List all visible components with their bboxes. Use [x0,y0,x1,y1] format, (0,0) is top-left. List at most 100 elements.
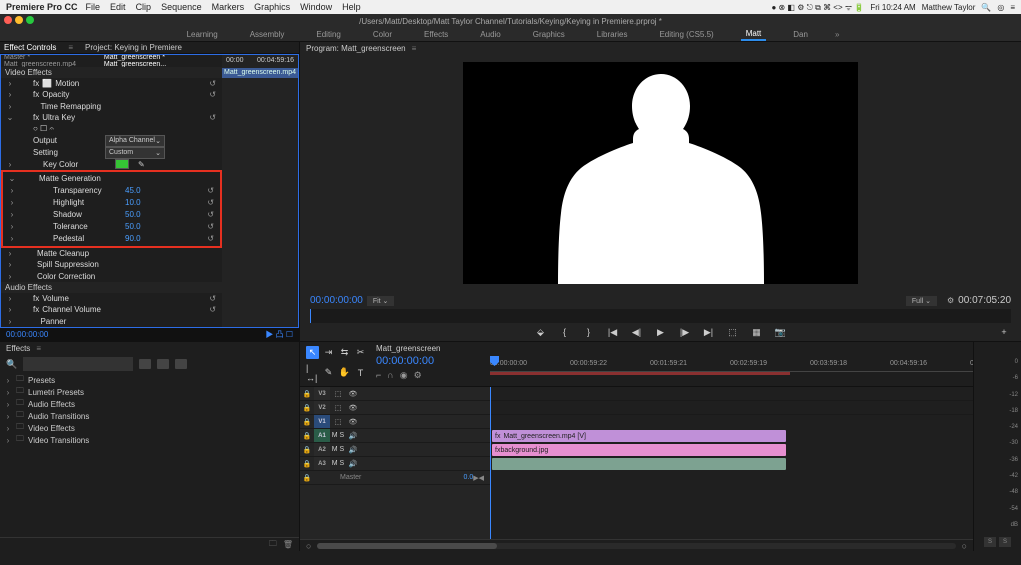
ws-graphics[interactable]: Graphics [528,29,570,40]
solo-left[interactable]: S [984,537,996,547]
button-editor-icon[interactable]: + [997,327,1011,337]
ec-clip-bar[interactable]: Matt_greenscreen.mp4 [222,68,298,78]
siri-icon[interactable]: ◎ [997,3,1004,12]
reset-icon[interactable]: ↺ [209,113,216,122]
ws-dan[interactable]: Dan [788,29,813,40]
timeline-timecode[interactable]: 00:00:00:00 [376,355,484,367]
settings-icon[interactable]: ⚙ [947,296,954,305]
track-master[interactable]: 🔒Master0.0▶◀ [300,471,490,485]
window-controls[interactable] [4,16,34,24]
program-monitor[interactable] [300,54,1021,292]
reset-icon[interactable]: ↺ [209,79,216,88]
clip-audio[interactable] [492,458,786,470]
menu-markers[interactable]: Markers [212,2,245,12]
motion-effect[interactable]: Motion [55,79,79,88]
setting-dropdown[interactable]: Custom⌄ [105,147,165,159]
track-v3[interactable]: 🔒V3⬚👁 [300,387,490,401]
ws-matt[interactable]: Matt [741,28,767,41]
ws-color[interactable]: Color [368,29,397,40]
zoom-fit-dropdown[interactable]: Fit ⌄ [367,296,395,306]
goto-out-icon[interactable]: ▶| [702,327,716,338]
transparency-value[interactable]: 45.0 [125,186,185,195]
track-a3[interactable]: 🔒A3M S🔊 [300,457,490,471]
effects-search-input[interactable] [23,357,133,371]
pen-tool-icon[interactable]: ✎ [322,366,335,379]
mark-out-icon[interactable]: { [558,327,572,337]
tab-effect-controls[interactable]: Effect Controls [4,43,56,52]
menu-help[interactable]: Help [342,2,361,12]
menu-clip[interactable]: Clip [136,2,152,12]
settings-icon[interactable]: ⚙ [414,370,422,381]
mark-in-icon[interactable]: ⬙ [534,327,548,338]
program-timecode[interactable]: 00:00:00:00 [310,295,363,306]
expand-icon[interactable]: › [5,90,15,99]
notif-icon[interactable]: ≡ [1010,3,1015,12]
output-dropdown[interactable]: Alpha Channel⌄ [105,135,165,147]
time-remapping[interactable]: Time Remapping [40,102,101,111]
color-correction[interactable]: Color Correction [15,272,115,281]
extract-icon[interactable]: ▦ [750,327,764,338]
bin-lumetri[interactable]: ›🗀Lumetri Presets [4,386,295,398]
reset-icon[interactable]: ↺ [207,186,214,195]
menu-file[interactable]: File [86,2,101,12]
mark-clip-icon[interactable]: } [582,327,596,337]
bin-video-effects[interactable]: ›🗀Video Effects [4,422,295,434]
bin-audio-trans[interactable]: ›🗀Audio Transitions [4,410,295,422]
spill-suppression[interactable]: Spill Suppression [15,260,115,269]
clip-video[interactable]: fxMatt_greenscreen.mp4 [V] [492,430,786,442]
expand-icon[interactable]: › [5,102,15,111]
razor-tool-icon[interactable]: ✂ [354,346,367,359]
reset-icon[interactable]: ↺ [207,198,214,207]
fx-badge-2[interactable] [157,359,169,369]
ws-audio[interactable]: Audio [475,29,505,40]
play-icon[interactable]: ▶ [654,327,668,338]
ultra-key-effect[interactable]: Ultra Key [42,113,75,122]
ws-effects[interactable]: Effects [419,29,453,40]
ec-tools[interactable]: ▶ 凸 ☐ [265,329,293,340]
tab-project[interactable]: Project: Keying in Premiere [85,43,182,52]
tolerance-value[interactable]: 50.0 [125,222,185,231]
expand-icon[interactable]: › [5,79,15,88]
track-v2[interactable]: 🔒V2⬚👁 [300,401,490,415]
effects-panel-tab[interactable]: Effects [6,344,30,353]
ec-mini-timeline[interactable]: 00:0000:04:59:16 Matt_greenscreen.mp4 [222,55,298,327]
fx-badge-1[interactable] [139,359,151,369]
reset-icon[interactable]: ↺ [209,294,216,303]
resolution-dropdown[interactable]: Full ⌄ [906,296,937,306]
track-a2[interactable]: 🔒A2M S🔊 [300,443,490,457]
step-back-icon[interactable]: ◀| [630,327,644,338]
matte-generation[interactable]: Matte Generation [17,174,117,183]
goto-in-icon[interactable]: |◀ [606,327,620,338]
search-icon[interactable]: 🔍 [981,3,991,12]
export-frame-icon[interactable]: 📷 [774,327,788,338]
reset-icon[interactable]: ↺ [207,210,214,219]
timeline-content[interactable]: fxMatt_greenscreen.mp4 [V] fxbackground.… [490,387,973,539]
collapse-icon[interactable]: ⌄ [7,174,17,183]
ec-current-timecode[interactable]: 00:00:00:00 [6,330,48,339]
new-bin-icon[interactable]: 🗀 [269,538,277,552]
menu-graphics[interactable]: Graphics [254,2,290,12]
timeline-ruler[interactable]: 00:00:00:0000:00:59:2200:01:59:2100:02:5… [490,342,973,386]
track-a1[interactable]: 🔒A1M S🔊 [300,429,490,443]
type-tool-icon[interactable]: T [354,366,367,379]
sequence-name[interactable]: Matt_greenscreen [376,344,484,353]
trash-icon[interactable]: 🗑 [283,540,293,549]
highlight-value[interactable]: 10.0 [125,198,185,207]
channel-volume[interactable]: Channel Volume [42,305,101,314]
menu-sequence[interactable]: Sequence [161,2,202,12]
ws-css[interactable]: Editing (CS5.5) [654,29,718,40]
ws-libraries[interactable]: Libraries [592,29,633,40]
color-swatch[interactable] [115,159,129,169]
bin-audio-effects[interactable]: ›🗀Audio Effects [4,398,295,410]
selection-tool-icon[interactable]: ↖ [306,346,319,359]
volume-effect[interactable]: Volume [42,294,69,303]
pedestal-value[interactable]: 90.0 [125,234,185,243]
eyedropper-icon[interactable]: ✎ [138,160,145,169]
reset-icon[interactable]: ↺ [209,90,216,99]
ws-learning[interactable]: Learning [182,29,223,40]
panner[interactable]: Panner [40,317,66,326]
clip-background[interactable]: fxbackground.jpg [492,444,786,456]
fx-badge-3[interactable] [175,359,187,369]
bin-video-trans[interactable]: ›🗀Video Transitions [4,434,295,446]
collapse-icon[interactable]: ⌄ [5,113,15,122]
